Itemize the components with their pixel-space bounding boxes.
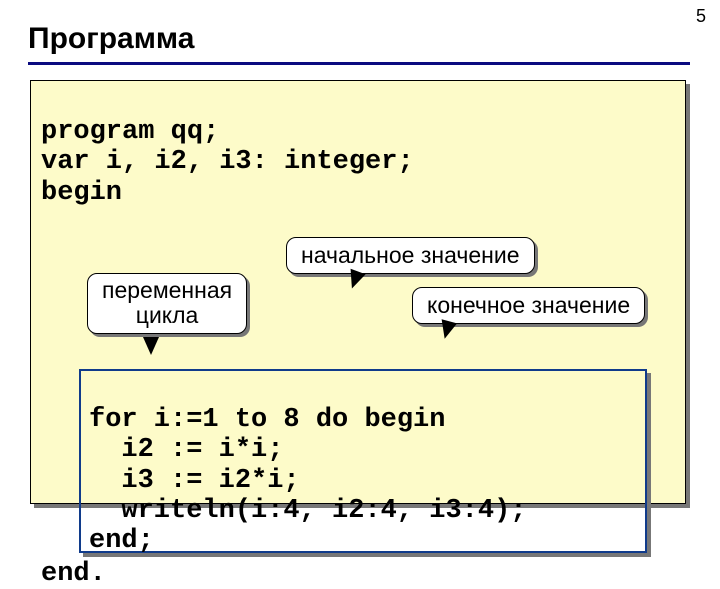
code-line: i2 := i*i; [89,435,283,465]
code-panel: program qq; var i, i2, i3: integer; begi… [30,80,686,504]
callout-text-line: переменная [102,278,232,303]
program-end-line: end. [41,559,106,589]
program-header-block: program qq; var i, i2, i3: integer; begi… [41,87,414,208]
code-line: begin [41,178,122,208]
loop-body-block: for i:=1 to 8 do begin i2 := i*i; i3 := … [89,375,526,556]
code-line: for i:=1 to 8 do begin [89,405,445,435]
page-title: Программа [28,22,194,56]
page-number: 5 [696,6,706,27]
code-line: i3 := i2*i; [89,466,300,496]
code-line: program qq; [41,117,219,147]
callout-pointer [143,337,159,355]
code-line: writeln(i:4, i2:4, i3:4); [89,496,526,526]
code-line: var i, i2, i3: integer; [41,147,414,177]
callout-initial-value: начальное значение [286,237,535,274]
callout-pointer [437,319,457,341]
heading-rule [28,62,690,65]
code-line: end; [89,526,154,556]
callout-loop-variable: переменная цикла [87,273,247,334]
callout-final-value: конечное значение [412,287,645,324]
callout-text-line: цикла [102,303,232,328]
